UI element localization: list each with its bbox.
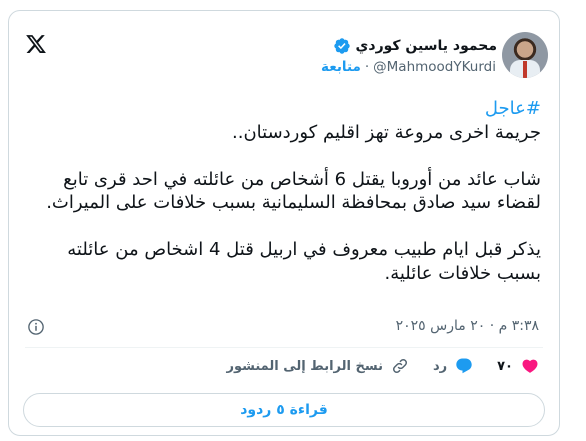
tweet-paragraph-3: يذكر قبل ايام طبيب معروف في اربيل قتل 4 … [67, 239, 541, 284]
tweet-line-1: جريمة اخرى مروعة تهز اقليم كوردستان.. [232, 121, 541, 143]
hashtag-link[interactable]: #عاجل [485, 98, 541, 119]
action-bar: ٧٠ رد نسخ الرابط إلى المنشور [203, 357, 539, 375]
separator-dot: · [364, 59, 370, 75]
tweet-timestamp[interactable]: ٣:٣٨ م · ٢٠ مارس ٢٠٢٥ [396, 318, 539, 334]
divider [25, 347, 543, 348]
info-icon[interactable] [27, 318, 45, 336]
like-button[interactable]: ٧٠ [497, 357, 539, 375]
author-name-row[interactable]: محمود ياسين كوردي [333, 37, 497, 55]
author-handle-row: @MahmoodYKurdi · متابعة [321, 59, 496, 75]
x-logo-icon[interactable] [25, 33, 47, 55]
author-handle[interactable]: @MahmoodYKurdi [373, 59, 496, 75]
read-replies-button[interactable]: قراءة ٥ ردود [23, 393, 545, 427]
avatar[interactable] [502, 32, 548, 78]
heart-icon [522, 359, 538, 373]
tweet-paragraph-2: شاب عائد من أوروبا يقتل 6 أشخاص من عائلت… [46, 168, 541, 214]
copy-link-button[interactable]: نسخ الرابط إلى المنشور [227, 357, 409, 375]
tweet-card: محمود ياسين كوردي @MahmoodYKurdi · متابع… [8, 10, 560, 436]
tweet-text: #عاجل جريمة اخرى مروعة تهز اقليم كوردستا… [31, 97, 541, 285]
link-icon [392, 358, 407, 374]
reply-label: رد [432, 358, 448, 374]
copy-link-label: نسخ الرابط إلى المنشور [226, 358, 383, 374]
author-name[interactable]: محمود ياسين كوردي [356, 38, 497, 54]
likes-count: ٧٠ [497, 358, 513, 374]
follow-button[interactable]: متابعة [321, 59, 361, 75]
reply-icon [456, 358, 472, 374]
reply-button[interactable]: رد [433, 357, 473, 375]
verified-badge-icon [333, 38, 350, 54]
